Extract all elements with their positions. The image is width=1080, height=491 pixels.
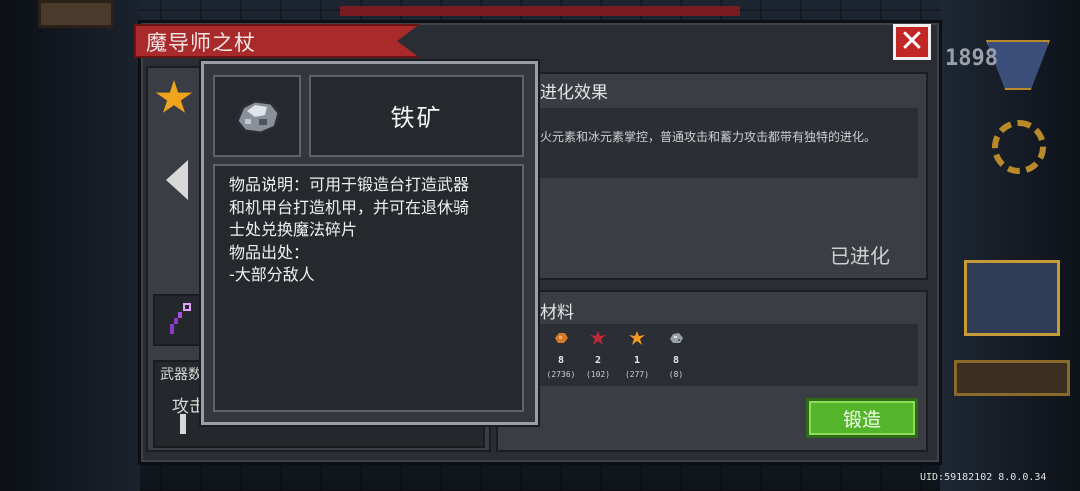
- item-description: 物品说明：可用于锻造台打造武器 和机甲台打造机甲，并可在退休骑 士处兑换魔法碎片…: [229, 175, 470, 284]
- stats-label: 武器数: [160, 367, 202, 383]
- material-total: (277): [624, 370, 650, 379]
- material-item[interactable]: 8 (8): [656, 330, 696, 379]
- sword-icon: [180, 414, 186, 434]
- evolution-description: 火元素和冰元素掌控，普通攻击和蓄力攻击都带有独特的进化。: [540, 130, 877, 144]
- table-icon: [954, 360, 1070, 396]
- cog-icon: [992, 120, 1046, 174]
- red-leaf-icon: [590, 331, 606, 345]
- machine-icon: [964, 260, 1060, 336]
- treasure-chest-icon: [38, 0, 114, 28]
- material-total: (102): [585, 370, 611, 379]
- close-icon: ✕: [899, 24, 925, 59]
- item-icon-box: [213, 75, 301, 157]
- panel-title: 魔导师之杖: [146, 31, 256, 55]
- material-count: 8: [557, 355, 565, 366]
- material-item[interactable]: 2 (102): [578, 330, 618, 379]
- material-count: 1: [633, 355, 641, 366]
- staff-icon: [170, 303, 191, 334]
- material-count: 2: [594, 355, 602, 366]
- red-banner: [340, 6, 740, 16]
- material-total: (8): [668, 370, 684, 379]
- iron-ore-icon: [235, 99, 281, 135]
- orange-leaf-icon: [629, 331, 645, 345]
- iron-ore-icon: [670, 333, 683, 343]
- evolution-title: 进化效果: [540, 83, 608, 103]
- evolution-status: 已进化: [830, 244, 890, 268]
- item-name: 铁矿: [390, 104, 443, 132]
- material-count: 8: [672, 355, 680, 366]
- material-item[interactable]: 1 (277): [617, 330, 657, 379]
- right-wall: [940, 0, 1080, 491]
- material-item[interactable]: 8 (2736): [541, 330, 581, 379]
- left-wall: [0, 0, 140, 491]
- forge-button[interactable]: 锻造: [806, 398, 918, 438]
- materials-title: 材料: [540, 303, 574, 323]
- forge-button-label: 锻造: [842, 408, 881, 431]
- uid-version-label: UID:59182102 8.0.0.34: [920, 472, 1047, 483]
- close-button[interactable]: ✕: [893, 24, 931, 60]
- ore-copper-icon: [555, 333, 568, 343]
- background-digits: 1898: [945, 46, 998, 71]
- material-total: (2736): [546, 370, 576, 379]
- arrow-left-icon[interactable]: [166, 160, 188, 200]
